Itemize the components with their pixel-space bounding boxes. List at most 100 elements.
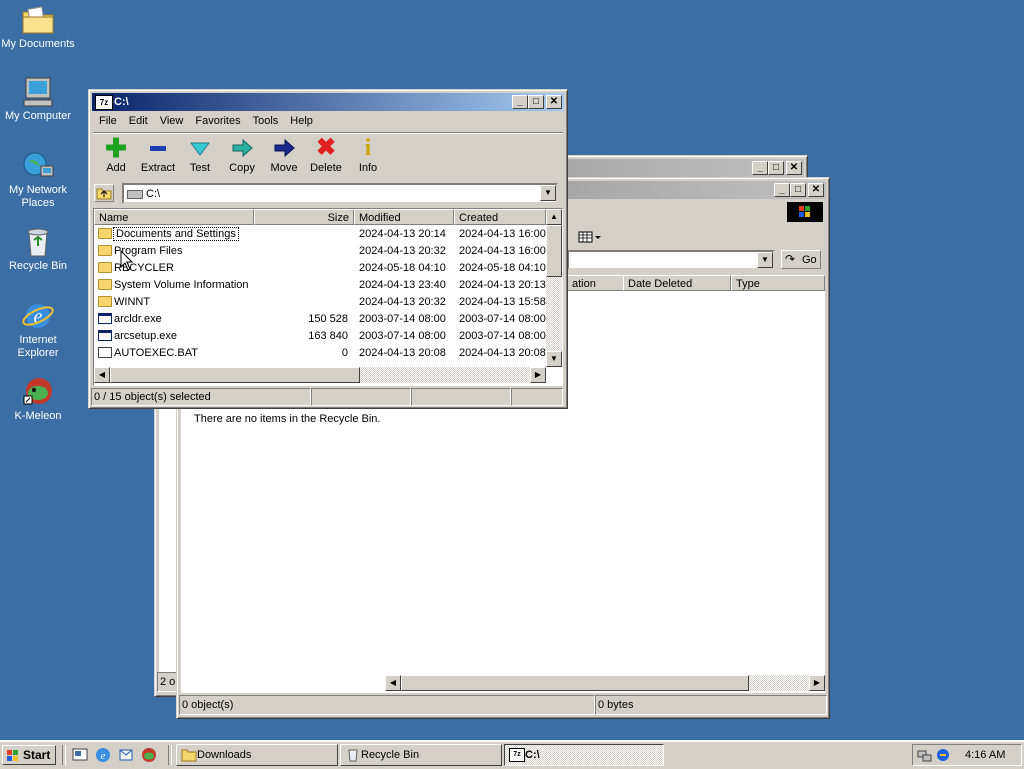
file-modified: 2024-04-13 23:40 [359,279,446,291]
file-modified: 2003-07-14 08:00 [359,330,446,342]
menu-favorites[interactable]: Favorites [189,112,246,130]
table-row[interactable]: AUTOEXEC.BAT 0 2024-04-13 20:08 2024-04-… [94,345,554,362]
start-button[interactable]: Start [2,745,56,765]
quicklaunch-ie-icon[interactable]: e [95,747,111,763]
quicklaunch-kmeleon-icon[interactable] [141,747,157,763]
minimize-icon[interactable]: _ [512,95,528,109]
views-button[interactable] [577,228,607,246]
desktop-icon-recycle-bin[interactable]: Recycle Bin [0,226,76,273]
add-button[interactable]: ✚ Add [95,133,137,174]
table-row[interactable]: Documents and Settings 2024-04-13 20:14 … [94,226,554,243]
desktop-icon-label: My Network Places [8,184,68,209]
info-button[interactable]: i Info [347,135,389,174]
close-icon[interactable]: ✕ [808,183,824,197]
close-icon[interactable]: ✕ [546,95,562,109]
scroll-down-icon[interactable]: ▼ [546,351,562,367]
column-created[interactable]: Created [454,209,546,225]
menu-edit[interactable]: Edit [123,112,154,130]
test-button[interactable]: Test [179,137,221,174]
network-tray-icon[interactable] [917,747,933,766]
move-button[interactable]: Move [263,137,305,174]
folder-documents-icon [21,4,55,36]
recycle-address-field[interactable]: ▼ [567,250,775,270]
maximize-icon[interactable]: □ [790,183,806,197]
recycle-hscrollbar[interactable]: ◀ ▶ [385,675,825,691]
table-row[interactable]: WINNT 2024-04-13 20:32 2024-04-13 15:58 [94,294,554,311]
desktop-icon-my-network-places[interactable]: My Network Places [0,150,76,210]
column-size[interactable]: Size [254,209,354,225]
dropdown-arrow-icon[interactable]: ▼ [540,185,556,201]
scroll-left-icon[interactable]: ◀ [94,367,110,383]
table-row[interactable]: arcldr.exe 150 528 2003-07-14 08:00 2003… [94,311,554,328]
menu-tools[interactable]: Tools [247,112,285,130]
scroll-right-icon[interactable]: ▶ [809,675,825,691]
sevenzip-address-value: C:\ [146,188,161,200]
desktop-icon-internet-explorer[interactable]: e Internet Explorer [0,300,76,360]
sevenzip-file-list[interactable]: Name Size Modified Created Documents and… [93,208,563,386]
column-name[interactable]: Name [94,209,254,225]
scroll-right-icon[interactable]: ▶ [530,367,546,383]
file-modified: 2024-04-13 20:14 [359,228,446,240]
file-size: 0 [341,347,348,359]
sevenzip-vscroll-thumb[interactable] [546,225,562,277]
table-row[interactable]: Program Files 2024-04-13 20:32 2024-04-1… [94,243,554,260]
sevenzip-app-icon: 7z [95,95,113,110]
copy-button[interactable]: Copy [221,137,263,174]
sevenzip-window[interactable]: 7z C:\ _ □ ✕ File Edit View Favorites To… [88,89,568,409]
plus-icon: ✚ [105,133,127,163]
scroll-up-icon[interactable]: ▲ [546,209,562,225]
volume-tray-icon[interactable] [935,747,951,766]
desktop-icon-my-computer[interactable]: My Computer [0,76,76,123]
quicklaunch-outlook-icon[interactable] [118,747,134,763]
delete-button[interactable]: ✖ Delete [305,136,347,175]
minimize-icon[interactable]: _ [752,161,768,175]
menu-view[interactable]: View [154,112,190,130]
up-folder-button[interactable] [94,184,114,202]
sevenzip-address-field[interactable]: C:\ ▼ [122,183,558,204]
dropdown-arrow-icon[interactable]: ▼ [757,252,773,268]
info-icon: i [364,135,372,161]
minus-icon [137,137,179,159]
go-button[interactable]: ↷ Go [781,250,821,269]
menu-help[interactable]: Help [284,112,319,130]
folder-icon [98,245,112,256]
task-7zip[interactable]: 7z C:\ [504,744,664,766]
menu-file[interactable]: File [93,112,123,130]
file-created: 2003-07-14 08:00 [459,330,546,342]
sevenzip-hscrollbar[interactable]: ◀ ▶ [94,367,546,383]
sevenzip-hscroll-thumb[interactable] [110,367,360,383]
maximize-icon[interactable]: □ [528,95,544,109]
file-size: 163 840 [308,330,348,342]
folder-up-icon [96,188,112,200]
minimize-icon[interactable]: _ [774,183,790,197]
task-downloads[interactable]: Downloads [176,744,338,766]
recycle-status-right: 0 bytes [595,695,827,715]
clock[interactable]: 4:16 AM [965,749,1005,761]
quicklaunch-show-desktop-icon[interactable] [72,747,88,763]
table-row[interactable]: System Volume Information 2024-04-13 23:… [94,277,554,294]
sevenzip-titlebar[interactable]: 7z C:\ _ □ ✕ [92,93,564,111]
scroll-left-icon[interactable]: ◀ [385,675,401,691]
windows-flag-icon [7,750,18,761]
table-row[interactable]: arcsetup.exe 163 840 2003-07-14 08:00 20… [94,328,554,345]
desktop-icon-my-documents[interactable]: My Documents [0,4,76,51]
close-icon[interactable]: ✕ [786,161,802,175]
go-arrow-icon: ↷ [785,252,796,266]
taskbar: Start e Downloads Recycle Bin 7z C:\ 4:1… [0,740,1024,769]
maximize-icon[interactable]: □ [768,161,784,175]
recycle-column-date-deleted[interactable]: Date Deleted [623,275,731,291]
sevenzip-vscrollbar[interactable]: ▲ ▼ [546,209,562,367]
recycle-column-type[interactable]: Type [731,275,825,291]
task-recycle-bin[interactable]: Recycle Bin [340,744,502,766]
table-row[interactable]: RECYCLER 2024-05-18 04:10 2024-05-18 04:… [94,260,554,277]
desktop-icon-k-meleon[interactable]: K-Meleon [0,376,76,423]
file-modified: 2024-05-18 04:10 [359,262,446,274]
column-modified[interactable]: Modified [354,209,454,225]
recycle-column-location[interactable]: ation [567,275,627,291]
recycle-status-left: 0 object(s) [179,695,595,715]
recycle-hscroll-thumb[interactable] [401,675,749,691]
extract-button[interactable]: Extract [137,137,179,174]
file-created: 2024-04-13 16:00 [459,245,546,257]
file-name: Documents and Settings [113,227,239,241]
sevenzip-toolbar: ✚ Add Extract Test Copy Move ✖ Delete i … [93,132,563,181]
